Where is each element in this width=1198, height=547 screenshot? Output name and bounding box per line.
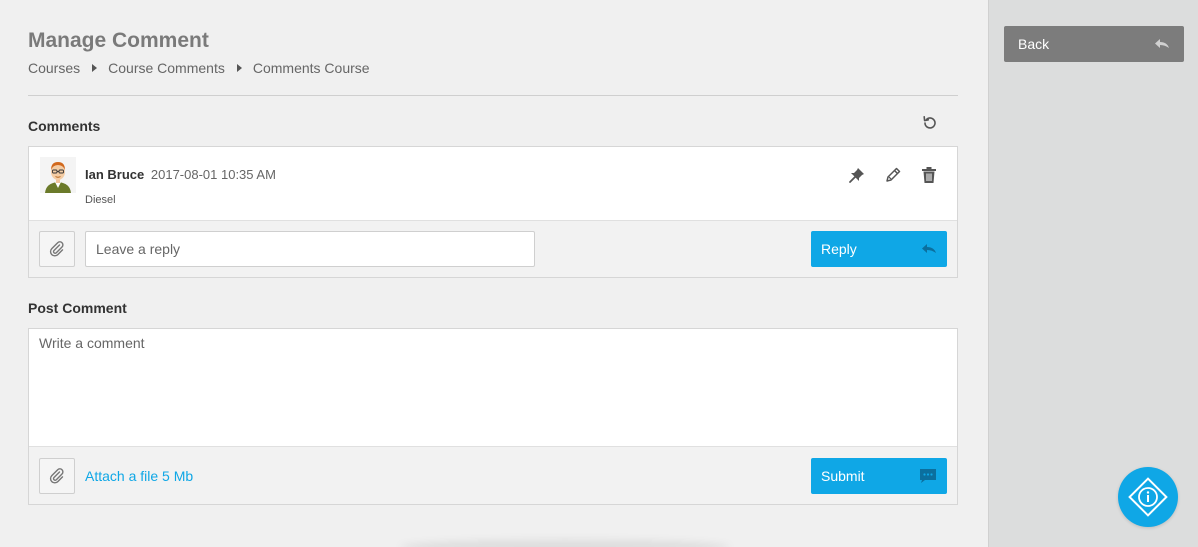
info-icon xyxy=(1128,477,1168,517)
header-divider xyxy=(28,95,958,96)
comment-item: Ian Bruce 2017-08-01 10:35 AM Diesel xyxy=(29,147,957,221)
trash-icon[interactable] xyxy=(919,165,939,185)
page-title: Manage Comment xyxy=(28,29,209,52)
comments-section-title: Comments xyxy=(28,118,101,134)
info-button[interactable] xyxy=(1118,467,1178,527)
comment-textarea[interactable] xyxy=(29,329,957,447)
reply-button[interactable]: Reply xyxy=(811,231,947,267)
chat-icon xyxy=(920,469,936,483)
breadcrumb-item-courses[interactable]: Courses xyxy=(28,60,80,76)
breadcrumb-item-comments-course: Comments Course xyxy=(252,60,370,76)
pencil-icon[interactable] xyxy=(883,165,903,185)
comment-actions xyxy=(847,165,939,185)
attach-file-link[interactable]: Attach a file 5 Mb xyxy=(85,468,193,484)
main-content: Manage Comment Courses Course Comments C… xyxy=(0,0,988,547)
comment-text: Diesel xyxy=(85,194,116,206)
reply-button-label: Reply xyxy=(821,241,857,257)
post-comment-title: Post Comment xyxy=(28,300,127,316)
avatar xyxy=(40,157,76,193)
reply-icon xyxy=(1155,39,1169,48)
comment-date: 2017-08-01 10:35 AM xyxy=(150,167,276,182)
breadcrumb-item-course-comments[interactable]: Course Comments xyxy=(108,60,225,76)
post-attach-button[interactable] xyxy=(39,458,75,494)
refresh-icon[interactable] xyxy=(920,113,940,133)
pin-icon[interactable] xyxy=(847,165,867,185)
paperclip-icon xyxy=(49,468,64,484)
submit-button[interactable]: Submit xyxy=(811,458,947,494)
reply-attach-button[interactable] xyxy=(39,231,75,267)
submit-button-label: Submit xyxy=(821,468,865,484)
breadcrumb-separator-icon xyxy=(92,64,98,72)
back-button[interactable]: Back xyxy=(1004,26,1184,62)
post-comment-box: Attach a file 5 Mb Submit xyxy=(28,328,958,505)
comment-author: Ian Bruce xyxy=(85,167,145,182)
sidebar: Back xyxy=(988,0,1198,547)
back-button-label: Back xyxy=(1018,36,1050,52)
reply-bar: Reply xyxy=(29,221,957,277)
reply-icon xyxy=(922,244,936,253)
post-comment-footer: Attach a file 5 Mb Submit xyxy=(29,447,957,504)
comment-card: Ian Bruce 2017-08-01 10:35 AM Diesel Lea… xyxy=(28,146,958,278)
comment-meta: Ian Bruce 2017-08-01 10:35 AM xyxy=(85,167,276,182)
breadcrumb: Courses Course Comments Comments Course xyxy=(28,60,370,76)
paperclip-icon xyxy=(49,241,64,257)
bottom-shadow xyxy=(400,540,730,547)
reply-input[interactable] xyxy=(85,231,535,267)
breadcrumb-separator-icon xyxy=(236,64,242,72)
